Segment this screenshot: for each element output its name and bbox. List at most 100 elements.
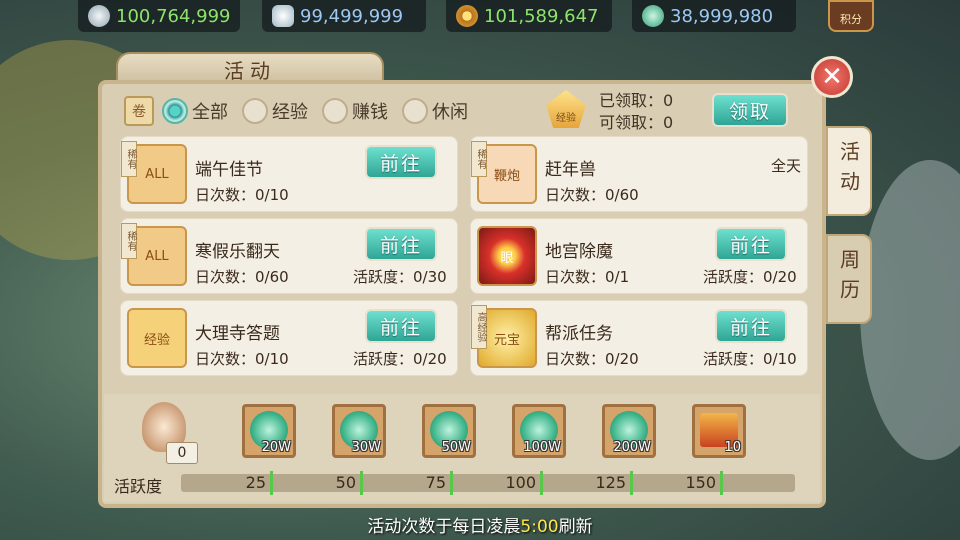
go-button[interactable]: 前往 [715,227,787,261]
reward-amount: 50W [441,440,471,455]
mascot-score: 0 [166,442,198,464]
go-button-label: 前往 [379,152,422,175]
icon-label: ALL [145,166,169,182]
close-icon: ✕ [821,62,843,92]
milestone-label: 25 [245,473,266,492]
milestone-label: 50 [335,473,356,492]
filter-exp[interactable]: 经验 [242,98,308,124]
milestone-tick [360,471,363,495]
activity-points: 活跃度：0/30 [353,268,447,286]
activity-card: 眼 地宫除魔 日次数：0/1 活跃度：0/20 前往 [470,218,808,294]
copper-coin-icon [456,5,478,27]
go-button-label: 前往 [379,234,422,257]
currency-value: 101,589,647 [484,5,599,27]
claimable-count: 可领取：0 [599,113,674,132]
go-button-label: 前往 [379,316,422,339]
radio-icon [322,98,348,124]
activity-card: ALL 稀有 寒假乐翻天 日次数：0/60 活跃度：0/30 前往 [120,218,458,294]
go-button[interactable]: 前往 [365,145,437,179]
rare-tag: 稀有 [471,141,487,177]
jade-icon [642,5,664,27]
refresh-time: 5:00 [520,517,559,537]
milestone-label: 100 [505,473,536,492]
red-eye-orb-icon: 眼 [477,226,537,286]
currency-value: 38,999,980 [670,5,774,27]
milestone-label: 75 [425,473,446,492]
activity-name: 寒假乐翻天 [195,242,280,262]
filter-money[interactable]: 赚钱 [322,98,388,124]
claim-button[interactable]: 领取 [712,93,788,127]
milestone-tick [450,471,453,495]
daily-count: 日次数：0/60 [545,186,639,204]
claim-button-label: 领取 [728,100,771,123]
daily-count: 日次数：0/10 [195,350,289,368]
rare-tag: 稀有 [121,223,137,259]
points-button[interactable]: 积分 [828,0,874,32]
currency-copper[interactable]: 101,589,647 [446,0,612,32]
activity-name: 赶年兽 [545,160,596,180]
reward-amount: 100W [523,440,561,455]
milestone-label: 150 [685,473,716,492]
milestone-tick [540,471,543,495]
reward-amount: 10 [724,440,741,455]
currency-silver-2[interactable]: 99,499,999 [262,0,426,32]
milestone-tick [630,471,633,495]
reward-item[interactable]: 200W [602,404,656,458]
filter-leisure[interactable]: 休闲 [402,98,468,124]
currency-value: 100,764,999 [116,5,231,27]
activity-name: 端午佳节 [195,160,263,180]
reward-amount: 30W [351,440,381,455]
silver-ingot-icon [88,5,110,27]
reward-item[interactable]: 10 [692,404,746,458]
milestone-tick [720,471,723,495]
refresh-notice: 活动次数于每日凌晨5:00刷新 [0,512,960,537]
go-button-label: 前往 [729,316,772,339]
icon-label: 眼 [500,250,514,266]
rare-tag: 稀有 [121,141,137,177]
activity-points: 活跃度：0/20 [703,268,797,286]
filter-label: 赚钱 [352,102,388,123]
daily-count: 日次数：0/1 [545,268,630,286]
currency-silver-1[interactable]: 100,764,999 [78,0,240,32]
activity-card: 元宝 高经验 帮派任务 日次数：0/20 活跃度：0/10 前往 [470,300,808,376]
activity-points: 活跃度：0/20 [353,350,447,368]
reward-item[interactable]: 50W [422,404,476,458]
icon-label: 鞭炮 [493,168,520,184]
tab-activity[interactable]: 活动 [826,126,872,216]
mascot: 0 [132,398,202,464]
filter-row: 卷 全部 经验 赚钱 休闲 [124,96,474,126]
reward-item[interactable]: 30W [332,404,386,458]
filter-all[interactable]: 全部 [162,98,228,124]
filter-label: 休闲 [432,102,468,123]
tab-label: 周历 [836,249,861,309]
close-button[interactable]: ✕ [811,56,853,98]
refresh-prefix: 活动次数于每日凌晨 [367,517,521,537]
activity-card: ALL 稀有 端午佳节 日次数：0/10 前往 [120,136,458,212]
tab-calendar[interactable]: 周历 [826,234,872,324]
milestone-tick [270,471,273,495]
reward-item[interactable]: 20W [242,404,296,458]
go-button[interactable]: 前往 [365,309,437,343]
go-button[interactable]: 前往 [715,309,787,343]
activity-name: 地宫除魔 [545,242,613,262]
icon-label: ALL [145,248,169,264]
reward-item[interactable]: 100W [512,404,566,458]
activity-bar-label: 活跃度 [114,477,163,496]
claim-status: 已领取：0 可领取：0 [599,90,673,134]
daily-count: 日次数：0/20 [545,350,639,368]
tab-label: 活动 [836,141,861,201]
radio-icon [162,98,188,124]
silver-ingot-icon [272,5,294,27]
go-button[interactable]: 前往 [365,227,437,261]
exp-gourd-icon: 经验 [127,308,187,368]
activity-card: 经验 大理寺答题 日次数：0/10 活跃度：0/20 前往 [120,300,458,376]
filter-label: 全部 [192,102,228,123]
currency-value: 99,499,999 [300,5,404,27]
currency-jade[interactable]: 38,999,980 [632,0,796,32]
milestone-label: 125 [595,473,626,492]
activity-points: 活跃度：0/10 [703,350,797,368]
background-decoration [860,160,960,460]
game-screen: 100,764,999 99,499,999 101,589,647 38,99… [0,0,960,540]
points-label: 积分 [840,13,862,26]
time-label: 全天 [771,157,802,175]
